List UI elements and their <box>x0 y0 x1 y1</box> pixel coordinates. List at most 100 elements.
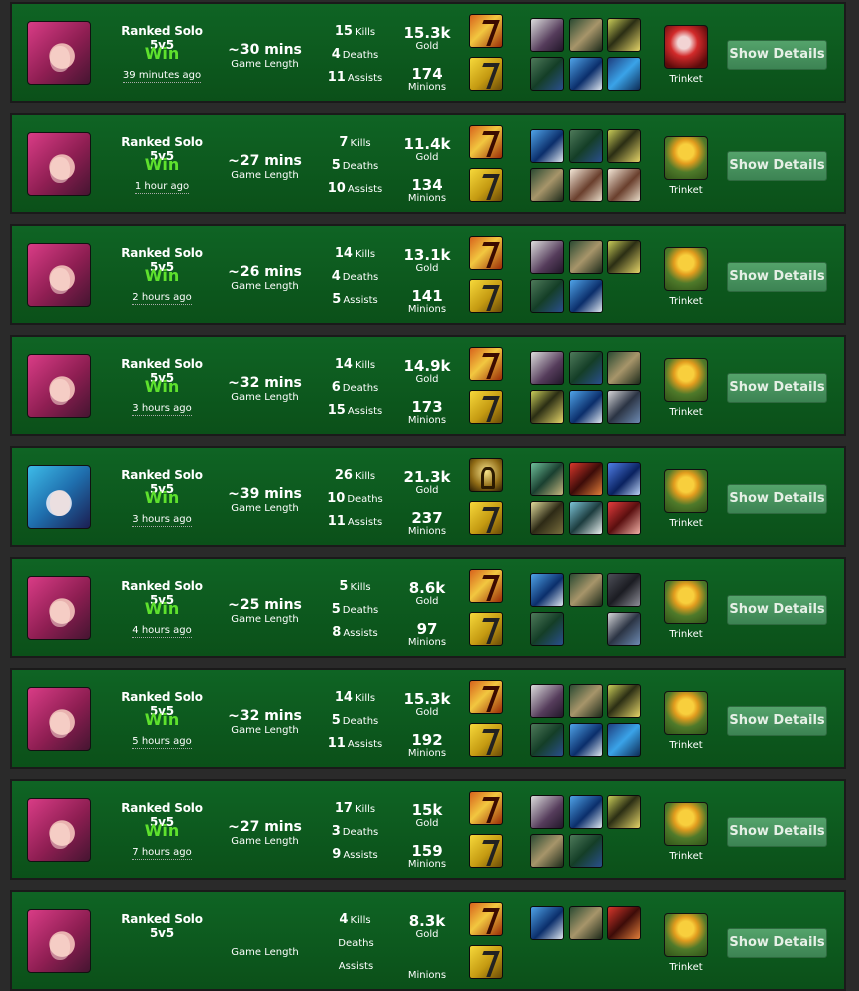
item-icon[interactable] <box>569 573 603 607</box>
item-icon[interactable] <box>607 390 641 424</box>
show-details-button[interactable]: Show Details <box>727 151 827 181</box>
ward-trinket-icon[interactable] <box>664 247 708 291</box>
item-icon[interactable] <box>530 501 564 535</box>
item-icon[interactable] <box>530 684 564 718</box>
ignite-spell-icon[interactable] <box>469 569 503 603</box>
item-icon[interactable] <box>530 57 564 91</box>
ward-trinket-icon[interactable] <box>664 580 708 624</box>
item-icon[interactable] <box>607 351 641 385</box>
gold-value: 8.6k <box>408 579 446 597</box>
sweeper-trinket-icon[interactable] <box>664 25 708 69</box>
item-icon[interactable] <box>569 795 603 829</box>
vi-champion-portrait[interactable] <box>27 687 91 751</box>
item-icon[interactable] <box>569 279 603 313</box>
show-details-button[interactable]: Show Details <box>727 484 827 514</box>
item-icon[interactable] <box>530 573 564 607</box>
ignite-spell-icon[interactable] <box>469 347 503 381</box>
item-icon[interactable] <box>530 906 564 940</box>
item-icon[interactable] <box>607 684 641 718</box>
item-icon[interactable] <box>607 240 641 274</box>
item-icon[interactable] <box>569 462 603 496</box>
flash-spell-icon[interactable] <box>469 945 503 979</box>
ignite-spell-icon[interactable] <box>469 902 503 936</box>
item-icon[interactable] <box>569 684 603 718</box>
show-details-button[interactable]: Show Details <box>727 595 827 625</box>
item-icon[interactable] <box>530 390 564 424</box>
flash-spell-icon[interactable] <box>469 612 503 646</box>
item-icon[interactable] <box>607 168 641 202</box>
gold-value: 15.3k <box>403 24 451 42</box>
vi-champion-portrait[interactable] <box>27 132 91 196</box>
flash-spell-icon[interactable] <box>469 168 503 202</box>
item-icon[interactable] <box>530 279 564 313</box>
ward-trinket-icon[interactable] <box>664 913 708 957</box>
item-icon[interactable] <box>569 834 603 868</box>
item-icon[interactable] <box>569 906 603 940</box>
show-details-button[interactable]: Show Details <box>727 928 827 958</box>
ward-trinket-icon[interactable] <box>664 802 708 846</box>
item-icon[interactable] <box>569 390 603 424</box>
show-details-button[interactable]: Show Details <box>727 262 827 292</box>
show-details-button[interactable]: Show Details <box>727 40 827 70</box>
ward-trinket-icon[interactable] <box>664 691 708 735</box>
vi-champion-portrait[interactable] <box>27 576 91 640</box>
item-icon[interactable] <box>569 18 603 52</box>
item-icon[interactable] <box>530 129 564 163</box>
item-icon[interactable] <box>607 462 641 496</box>
item-icon[interactable] <box>607 795 641 829</box>
item-icon[interactable] <box>569 351 603 385</box>
flash-spell-icon[interactable] <box>469 57 503 91</box>
item-icon[interactable] <box>569 129 603 163</box>
item-icon[interactable] <box>530 795 564 829</box>
vi-champion-portrait[interactable] <box>27 909 91 973</box>
show-details-button[interactable]: Show Details <box>727 817 827 847</box>
vi-champion-portrait[interactable] <box>27 798 91 862</box>
ward-trinket-icon[interactable] <box>664 136 708 180</box>
gold-value: 13.1k <box>403 246 451 264</box>
ignite-spell-icon[interactable] <box>469 236 503 270</box>
flash-spell-icon[interactable] <box>469 390 503 424</box>
item-icon[interactable] <box>530 612 564 646</box>
item-icon[interactable] <box>530 462 564 496</box>
vi-champion-portrait[interactable] <box>27 354 91 418</box>
jinx-champion-portrait[interactable] <box>27 465 91 529</box>
item-icon[interactable] <box>530 240 564 274</box>
item-icon[interactable] <box>569 57 603 91</box>
item-icon[interactable] <box>569 723 603 757</box>
vi-champion-portrait[interactable] <box>27 243 91 307</box>
item-icon[interactable] <box>569 168 603 202</box>
item-icon[interactable] <box>530 18 564 52</box>
item-icon[interactable] <box>607 723 641 757</box>
item-icon[interactable] <box>569 240 603 274</box>
item-icon[interactable] <box>607 18 641 52</box>
item-icon[interactable] <box>569 501 603 535</box>
vi-champion-portrait[interactable] <box>27 21 91 85</box>
item-icon[interactable] <box>607 501 641 535</box>
flash-spell-icon[interactable] <box>469 723 503 757</box>
show-details-button[interactable]: Show Details <box>727 373 827 403</box>
flash-spell-icon[interactable] <box>469 834 503 868</box>
ignite-spell-icon[interactable] <box>469 14 503 48</box>
match-result: Win <box>144 377 180 396</box>
item-icon[interactable] <box>530 723 564 757</box>
ignite-spell-icon[interactable] <box>469 791 503 825</box>
assists: 8 Assists <box>332 625 378 640</box>
ghost-spell-icon[interactable] <box>469 458 503 492</box>
item-icon[interactable] <box>607 573 641 607</box>
item-icon[interactable] <box>607 129 641 163</box>
item-icon[interactable] <box>530 168 564 202</box>
flash-spell-icon[interactable] <box>469 501 503 535</box>
item-icon[interactable] <box>530 351 564 385</box>
game-length-label: Game Length <box>231 836 299 847</box>
ward-trinket-icon[interactable] <box>664 469 708 513</box>
ward-trinket-icon[interactable] <box>664 358 708 402</box>
ignite-spell-icon[interactable] <box>469 680 503 714</box>
ignite-spell-icon[interactable] <box>469 125 503 159</box>
show-details-button[interactable]: Show Details <box>727 706 827 736</box>
item-icon[interactable] <box>530 834 564 868</box>
item-icon[interactable] <box>607 906 641 940</box>
item-icon[interactable] <box>607 612 641 646</box>
time-ago: 3 hours ago <box>132 514 192 527</box>
flash-spell-icon[interactable] <box>469 279 503 313</box>
item-icon[interactable] <box>607 57 641 91</box>
